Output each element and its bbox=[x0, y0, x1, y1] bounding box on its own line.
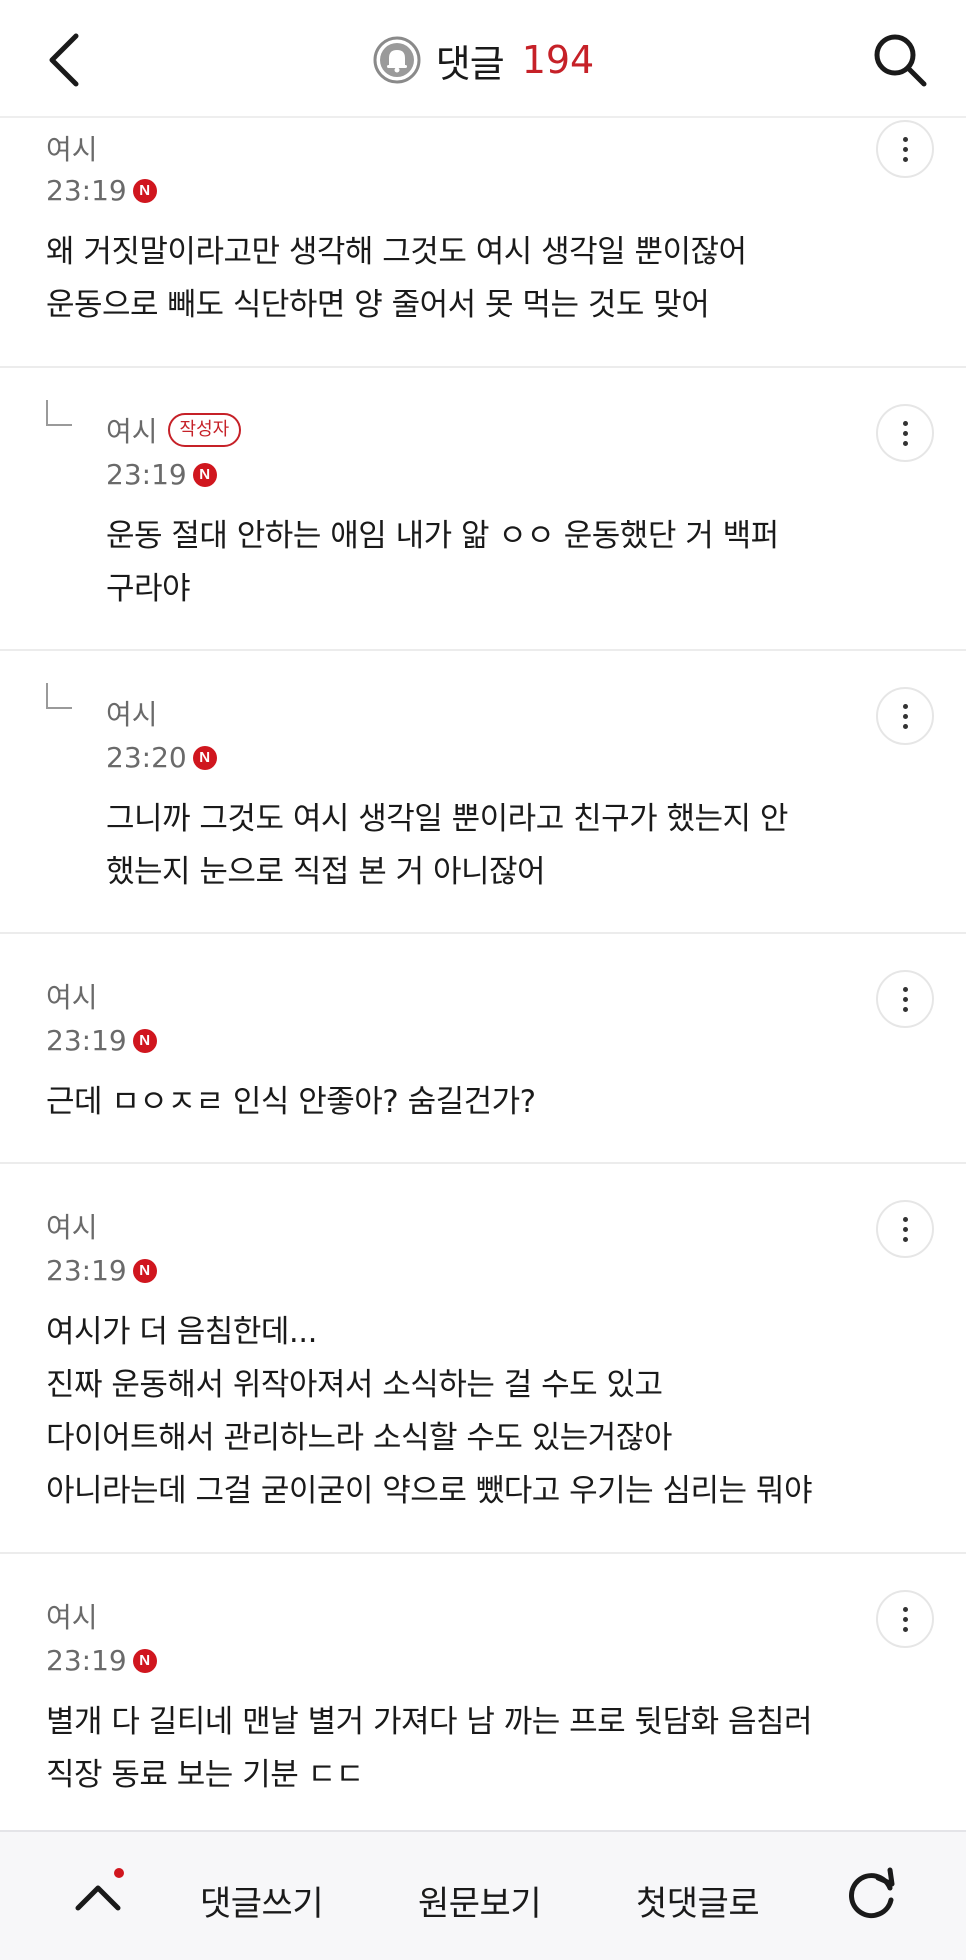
comment-line: 했는지 눈으로 직접 본 거 아니잖어 bbox=[106, 854, 546, 890]
comment-author: 여시 bbox=[106, 415, 158, 448]
comment-line: 그니까 그것도 여시 생각일 뿐이라고 친구가 했는지 안 bbox=[106, 801, 788, 837]
comment-author: 여시 bbox=[46, 1211, 98, 1244]
comment-author: 여시 bbox=[46, 1601, 98, 1634]
comment-line: 아니라는데 그걸 굳이굳이 약으로 뺐다고 우기는 심리는 뭐야 bbox=[46, 1473, 812, 1509]
comment-reply-item: 여시 작성자 23:19 N 운동 절대 안하는 애임 내가 앎 ㅇㅇ 운동했단… bbox=[0, 368, 966, 651]
more-vertical-icon bbox=[902, 703, 908, 709]
comment-line: 근데 ㅁㅇㅈㄹ 인식 안좋아? 숨길건가? bbox=[46, 1084, 536, 1120]
bottom-toolbar: 댓글쓰기 원문보기 첫댓글로 bbox=[0, 1830, 966, 1960]
more-options-button[interactable] bbox=[876, 687, 934, 745]
scroll-up-button[interactable] bbox=[70, 1872, 126, 1922]
comment-line: 운동 절대 안하는 애임 내가 앎 ㅇㅇ 운동했단 거 백퍼 bbox=[106, 518, 779, 554]
comment-item: 여시 23:19 N 여시가 더 음침한데... 진짜 운동해서 위작아져서 소식… bbox=[0, 1164, 966, 1554]
write-comment-button[interactable]: 댓글쓰기 bbox=[200, 1876, 324, 1925]
new-badge: N bbox=[192, 462, 217, 487]
notification-dot bbox=[114, 1868, 124, 1878]
comment-line: 구라야 bbox=[106, 571, 191, 607]
refresh-button[interactable] bbox=[842, 1864, 902, 1924]
bell-icon[interactable] bbox=[372, 35, 422, 85]
reply-indicator-icon bbox=[46, 683, 72, 709]
search-button[interactable] bbox=[870, 30, 930, 90]
comment-body: 별개 다 길티네 맨날 별거 가져다 남 까는 프로 뒷담화 음침러직장 동료 … bbox=[46, 1696, 813, 1802]
title-text: 댓글 bbox=[435, 41, 505, 86]
writer-badge: 작성자 bbox=[167, 413, 242, 447]
comment-body: 그니까 그것도 여시 생각일 뿐이라고 친구가 했는지 안했는지 눈으로 직접 … bbox=[106, 793, 788, 899]
comment-author: 여시 bbox=[46, 981, 98, 1014]
new-badge: N bbox=[132, 1648, 157, 1673]
more-options-button[interactable] bbox=[876, 1590, 934, 1648]
comment-item: 여시 23:19 N 별개 다 길티네 맨날 별거 가져다 남 까는 프로 뒷담… bbox=[0, 1554, 966, 1834]
reply-indicator-icon bbox=[46, 400, 72, 426]
comment-item: 여시 23:19 N 왜 거짓말이라고만 생각해 그것도 여시 생각일 뿐이잖어… bbox=[0, 118, 966, 368]
view-original-button[interactable]: 원문보기 bbox=[418, 1876, 542, 1925]
comment-body: 운동 절대 안하는 애임 내가 앎 ㅇㅇ 운동했단 거 백퍼구라야 bbox=[106, 510, 779, 616]
new-badge: N bbox=[132, 178, 157, 203]
comment-time: 23:19 bbox=[46, 1254, 127, 1287]
new-badge: N bbox=[192, 745, 217, 770]
comment-line: 왜 거짓말이라고만 생각해 그것도 여시 생각일 뿐이잖어 bbox=[46, 234, 747, 270]
comment-time: 23:19 bbox=[106, 458, 187, 491]
first-comment-button[interactable]: 첫댓글로 bbox=[636, 1876, 760, 1925]
page-title: 댓글 194 bbox=[0, 32, 966, 88]
more-options-button[interactable] bbox=[876, 970, 934, 1028]
comment-list: 여시 23:19 N 왜 거짓말이라고만 생각해 그것도 여시 생각일 뿐이잖어… bbox=[0, 118, 966, 1834]
comment-item: 여시 23:19 N 근데 ㅁㅇㅈㄹ 인식 안좋아? 숨길건가? bbox=[0, 934, 966, 1164]
new-badge: N bbox=[132, 1258, 157, 1283]
header-bar: 댓글 194 bbox=[0, 0, 966, 118]
chevron-up-icon bbox=[75, 1885, 121, 1911]
more-options-button[interactable] bbox=[876, 404, 934, 462]
new-badge: N bbox=[132, 1028, 157, 1053]
comment-time: 23:19 bbox=[46, 174, 127, 207]
more-vertical-icon bbox=[902, 420, 908, 426]
search-icon bbox=[874, 34, 927, 87]
more-vertical-icon bbox=[902, 986, 908, 992]
more-vertical-icon bbox=[902, 1606, 908, 1612]
comment-line: 운동으로 빼도 식단하면 양 줄어서 못 먹는 것도 맞어 bbox=[46, 287, 710, 323]
comment-line: 진짜 운동해서 위작아져서 소식하는 걸 수도 있고 bbox=[46, 1367, 663, 1403]
more-options-button[interactable] bbox=[876, 1200, 934, 1258]
comment-body: 왜 거짓말이라고만 생각해 그것도 여시 생각일 뿐이잖어운동으로 빼도 식단하… bbox=[46, 226, 747, 332]
comment-body: 여시가 더 음침한데... 진짜 운동해서 위작아져서 소식하는 걸 수도 있고다… bbox=[46, 1306, 812, 1518]
comment-line: 직장 동료 보는 기분 ㄷㄷ bbox=[46, 1757, 364, 1793]
comment-line: 다이어트해서 관리하느라 소식할 수도 있는거잖아 bbox=[46, 1420, 672, 1456]
more-options-button[interactable] bbox=[876, 120, 934, 178]
comment-line: 여시가 더 음침한데... bbox=[46, 1314, 317, 1350]
comment-time: 23:19 bbox=[46, 1024, 127, 1057]
comment-time: 23:19 bbox=[46, 1644, 127, 1677]
comment-body: 근데 ㅁㅇㅈㄹ 인식 안좋아? 숨길건가? bbox=[46, 1076, 536, 1129]
comment-author: 여시 bbox=[46, 133, 98, 166]
comment-author: 여시 bbox=[106, 698, 158, 731]
comment-count: 194 bbox=[521, 38, 595, 82]
comment-reply-item: 여시 23:20 N 그니까 그것도 여시 생각일 뿐이라고 친구가 했는지 안… bbox=[0, 651, 966, 934]
refresh-icon bbox=[849, 1867, 895, 1919]
more-vertical-icon bbox=[902, 1216, 908, 1222]
comment-time: 23:20 bbox=[106, 741, 187, 774]
comment-line: 별개 다 길티네 맨날 별거 가져다 남 까는 프로 뒷담화 음침러 bbox=[46, 1704, 813, 1740]
more-vertical-icon bbox=[902, 136, 908, 142]
